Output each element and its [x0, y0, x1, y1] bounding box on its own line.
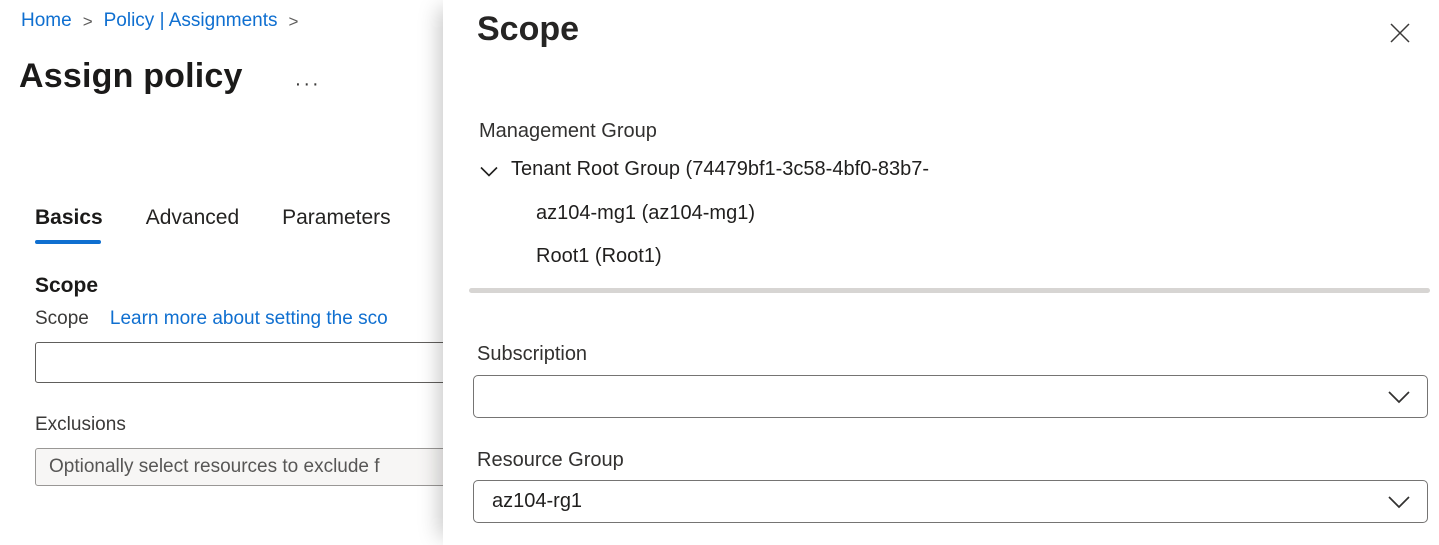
close-icon: [1387, 20, 1413, 46]
page-title-row: Assign policy ···: [19, 57, 321, 96]
tree-item-root1[interactable]: Root1 (Root1): [536, 245, 662, 268]
more-options-button[interactable]: ···: [295, 79, 321, 89]
scope-panel: Scope Management Group Tenant Root Group…: [443, 0, 1439, 545]
chevron-down-icon[interactable]: [480, 166, 498, 177]
chevron-down-icon: [1387, 495, 1411, 509]
tree-item-az104-mg1[interactable]: az104-mg1 (az104-mg1): [536, 202, 755, 225]
breadcrumb: Home > Policy | Assignments >: [21, 10, 298, 32]
exclusions-field-label: Exclusions: [35, 414, 126, 436]
scope-section-heading: Scope: [35, 274, 98, 298]
section-divider: [469, 288, 1430, 293]
tree-item-label: Tenant Root Group (74479bf1-3c58-4bf0-83…: [511, 158, 929, 181]
scope-field-label: Scope: [35, 308, 89, 329]
subscription-label: Subscription: [477, 343, 587, 366]
close-button[interactable]: [1385, 18, 1415, 48]
tree-item-label: Root1 (Root1): [536, 245, 662, 268]
scope-field-label-row: Scope Learn more about setting the sco: [35, 308, 388, 330]
tree-item-tenant-root-group[interactable]: Tenant Root Group (74479bf1-3c58-4bf0-83…: [480, 158, 929, 181]
page-title: Assign policy: [19, 57, 243, 96]
tree-item-label: az104-mg1 (az104-mg1): [536, 202, 755, 225]
tab-parameters[interactable]: Parameters: [282, 206, 391, 244]
management-group-label: Management Group: [479, 120, 657, 143]
learn-more-link[interactable]: Learn more about setting the sco: [110, 308, 388, 329]
chevron-down-icon: [1387, 390, 1411, 404]
scope-panel-title: Scope: [477, 10, 579, 49]
tab-basics[interactable]: Basics: [35, 206, 103, 244]
breadcrumb-separator-icon: >: [289, 11, 299, 32]
resource-group-dropdown[interactable]: az104-rg1: [473, 480, 1428, 523]
breadcrumb-separator-icon: >: [83, 11, 93, 32]
breadcrumb-link-policy-assignments[interactable]: Policy | Assignments: [104, 10, 278, 32]
tab-bar: Basics Advanced Parameters: [35, 206, 391, 244]
tab-advanced[interactable]: Advanced: [146, 206, 239, 244]
resource-group-label: Resource Group: [477, 449, 624, 472]
breadcrumb-link-home[interactable]: Home: [21, 10, 72, 32]
resource-group-dropdown-value: az104-rg1: [492, 490, 582, 513]
exclusions-input[interactable]: [35, 448, 475, 486]
scope-input[interactable]: [35, 342, 475, 383]
subscription-dropdown[interactable]: [473, 375, 1428, 418]
